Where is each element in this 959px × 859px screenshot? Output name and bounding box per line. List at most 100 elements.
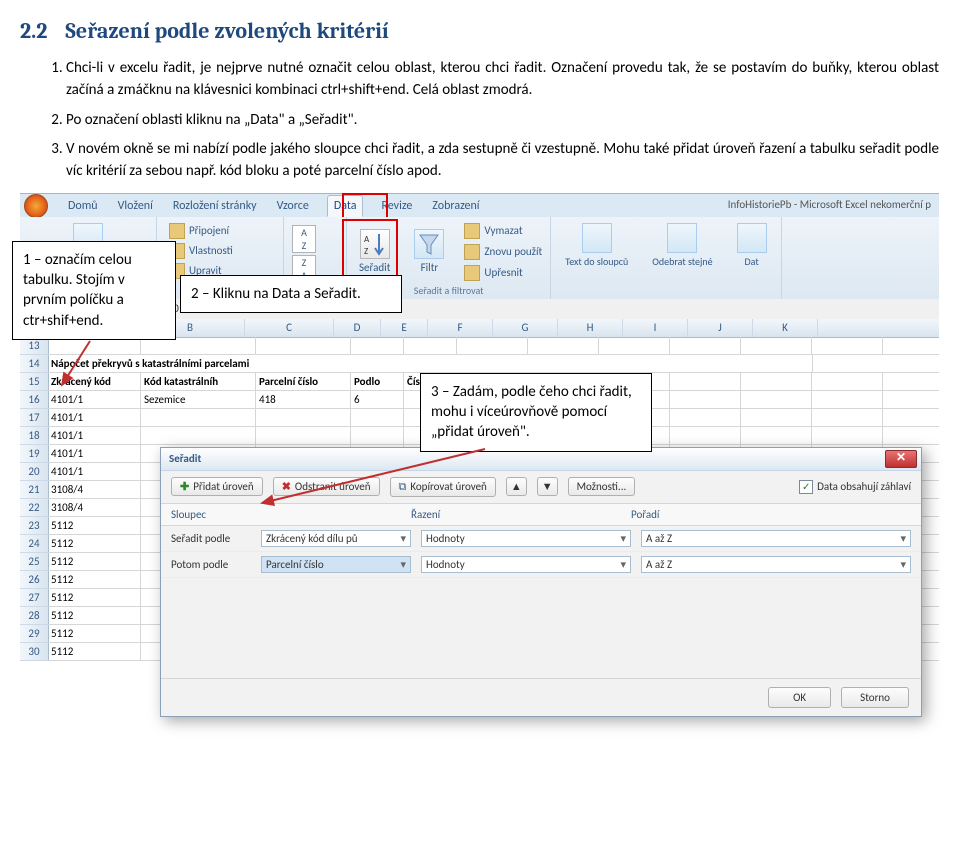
- cell[interactable]: [404, 337, 457, 354]
- cell[interactable]: [256, 427, 351, 444]
- cell[interactable]: 5112: [48, 571, 141, 588]
- cell[interactable]: 4101/1: [48, 445, 141, 462]
- row-header[interactable]: 30: [20, 643, 48, 661]
- cell[interactable]: [256, 409, 351, 426]
- cell[interactable]: 5112: [48, 535, 141, 552]
- col-i[interactable]: I: [623, 319, 688, 337]
- row-header[interactable]: 16: [20, 391, 48, 409]
- row-header[interactable]: 24: [20, 535, 48, 553]
- cell[interactable]: [670, 409, 741, 426]
- text-to-columns-button[interactable]: Text do sloupců: [557, 221, 636, 270]
- cell[interactable]: [670, 373, 741, 390]
- row2-column-select[interactable]: Parcelní číslo: [261, 556, 411, 573]
- tab-domu[interactable]: Domů: [66, 195, 100, 217]
- cell[interactable]: [812, 391, 883, 408]
- cell[interactable]: [812, 409, 883, 426]
- clear-filter-button[interactable]: Vymazat: [460, 221, 546, 241]
- remove-duplicates-button[interactable]: Odebrat stejné: [644, 221, 720, 270]
- cell[interactable]: [741, 391, 812, 408]
- cell[interactable]: [457, 337, 528, 354]
- cell[interactable]: [351, 427, 404, 444]
- move-up-button[interactable]: ▲: [506, 477, 527, 496]
- cell[interactable]: 4101/1: [48, 409, 141, 426]
- has-headers-checkbox[interactable]: ✓ Data obsahují záhlaví: [799, 480, 911, 494]
- row-header[interactable]: 20: [20, 463, 48, 481]
- tab-vlozeni[interactable]: Vložení: [116, 195, 155, 217]
- row1-column-select[interactable]: Zkrácený kód dílu pů: [261, 530, 411, 547]
- cell[interactable]: [741, 427, 812, 444]
- cell[interactable]: 3108/4: [48, 499, 141, 516]
- cell[interactable]: [670, 337, 741, 354]
- cell[interactable]: 4101/1: [48, 391, 141, 408]
- properties-button[interactable]: Vlastnosti: [165, 241, 275, 261]
- remove-level-button[interactable]: ✖ Odstranit úroveň: [273, 477, 380, 496]
- cell[interactable]: [812, 427, 883, 444]
- row-header[interactable]: 17: [20, 409, 48, 427]
- close-icon[interactable]: ✕: [885, 450, 917, 468]
- filter-button[interactable]: Filtr: [406, 227, 452, 276]
- cell[interactable]: [141, 427, 256, 444]
- advanced-filter-button[interactable]: Upřesnit: [460, 263, 546, 283]
- col-d[interactable]: D: [334, 319, 381, 337]
- cell[interactable]: [351, 409, 404, 426]
- cell[interactable]: [528, 337, 599, 354]
- cell[interactable]: [741, 337, 812, 354]
- copy-level-button[interactable]: ⧉ Kopírovat úroveň: [390, 477, 496, 497]
- cell[interactable]: 418: [256, 391, 351, 408]
- office-button-icon[interactable]: [24, 194, 48, 218]
- cell[interactable]: [670, 427, 741, 444]
- col-k[interactable]: K: [753, 319, 818, 337]
- row-header[interactable]: 29: [20, 625, 48, 643]
- cell[interactable]: [741, 409, 812, 426]
- table-title-cell[interactable]: Nápočet překryvů s katastrálními parcela…: [48, 355, 813, 372]
- cell[interactable]: [812, 337, 883, 354]
- row-header[interactable]: 14: [20, 355, 48, 373]
- row-header[interactable]: 28: [20, 607, 48, 625]
- connections-button[interactable]: Připojení: [165, 221, 275, 241]
- col-g[interactable]: G: [493, 319, 558, 337]
- cell[interactable]: 5112: [48, 607, 141, 624]
- cell[interactable]: 5112: [48, 625, 141, 642]
- cell[interactable]: Sezemice: [141, 391, 256, 408]
- col-f[interactable]: F: [428, 319, 493, 337]
- row-header[interactable]: 23: [20, 517, 48, 535]
- cell[interactable]: Zkrácený kód: [48, 373, 141, 390]
- row-header[interactable]: 25: [20, 553, 48, 571]
- cell[interactable]: [812, 373, 883, 390]
- col-e[interactable]: E: [381, 319, 428, 337]
- row-header[interactable]: 18: [20, 427, 48, 445]
- cancel-button[interactable]: Storno: [841, 687, 909, 708]
- cell[interactable]: 5112: [48, 589, 141, 606]
- cell[interactable]: [256, 337, 351, 354]
- cell[interactable]: 3108/4: [48, 481, 141, 498]
- data-tools-more[interactable]: Dat: [729, 221, 775, 270]
- cell[interactable]: 5112: [48, 553, 141, 570]
- options-button[interactable]: Možnosti...: [568, 477, 636, 496]
- cell[interactable]: Parcelní číslo: [256, 373, 351, 390]
- row2-order-select[interactable]: A až Z: [641, 556, 911, 573]
- cell[interactable]: 5112: [48, 517, 141, 534]
- row2-sorton-select[interactable]: Hodnoty: [421, 556, 631, 573]
- cell[interactable]: 5112: [48, 643, 141, 660]
- cell[interactable]: [599, 337, 670, 354]
- row-header[interactable]: 26: [20, 571, 48, 589]
- add-level-button[interactable]: ✚ Přidat úroveň: [171, 477, 263, 496]
- row1-sorton-select[interactable]: Hodnoty: [421, 530, 631, 547]
- cell[interactable]: 4101/1: [48, 427, 141, 444]
- row-header[interactable]: 15: [20, 373, 48, 391]
- row-header[interactable]: 27: [20, 589, 48, 607]
- col-h[interactable]: H: [558, 319, 623, 337]
- cell[interactable]: [141, 409, 256, 426]
- cell[interactable]: [670, 391, 741, 408]
- tab-zobrazeni[interactable]: Zobrazení: [430, 195, 481, 217]
- cell[interactable]: [741, 373, 812, 390]
- tab-rozlozeni[interactable]: Rozložení stránky: [171, 195, 259, 217]
- row-header[interactable]: 22: [20, 499, 48, 517]
- ok-button[interactable]: OK: [768, 687, 831, 708]
- reapply-filter-button[interactable]: Znovu použít: [460, 242, 546, 262]
- col-c[interactable]: C: [245, 319, 334, 337]
- row1-order-select[interactable]: A až Z: [641, 530, 911, 547]
- row-header[interactable]: 19: [20, 445, 48, 463]
- move-down-button[interactable]: ▼: [537, 477, 558, 496]
- sort-az-button[interactable]: AZ: [292, 225, 316, 253]
